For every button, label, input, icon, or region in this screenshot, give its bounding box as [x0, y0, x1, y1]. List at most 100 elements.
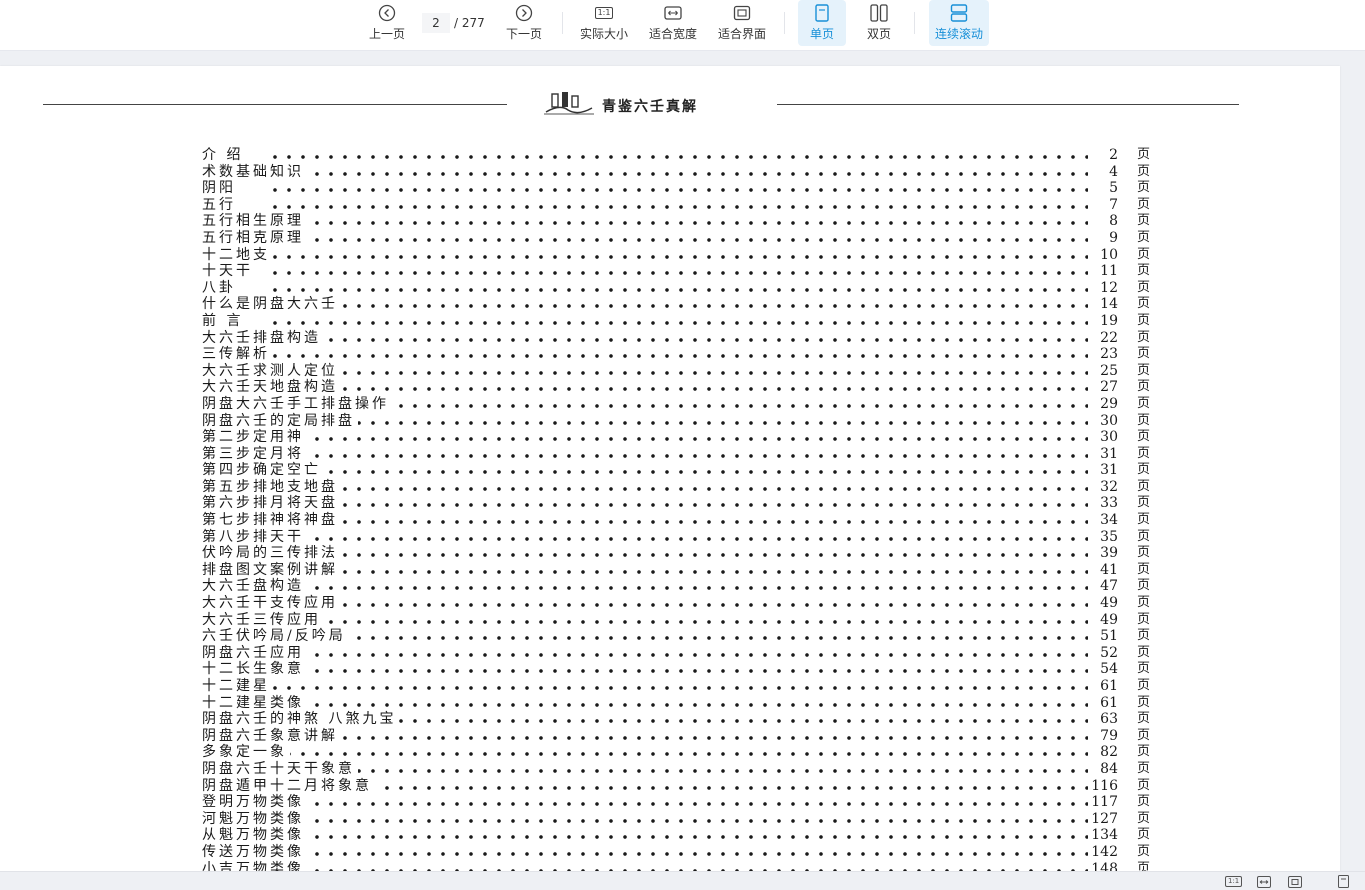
toc-entry: 介 绍 2 页 [198, 147, 1158, 164]
toc-entry-unit: 页 [1136, 213, 1150, 229]
toc-entry: 阴盘六壬的神煞 八煞九宝 63 页 [198, 711, 1158, 728]
toc-entry-unit: 页 [1136, 711, 1150, 727]
toc-entry: 五行相克原理 9 页 [198, 229, 1158, 247]
toc-entry-page: 117 [1088, 794, 1118, 811]
toc-entry: 第三步定月将 31 页 [198, 445, 1158, 463]
toc-leader-dots [268, 802, 1088, 807]
fit-width-status-icon[interactable] [1257, 875, 1271, 888]
toc-entry-page: 29 [1097, 395, 1118, 413]
toc-entry-title: 阴盘六壬十天干象意 [202, 760, 358, 778]
toc-entry-title: 第三步定月将 [202, 445, 307, 463]
toc-entry: 前 言 19 页 [198, 312, 1158, 330]
toc-entry-unit: 页 [1136, 196, 1150, 212]
toc-entry-title: 登明万物类像 [202, 794, 307, 811]
toc-leader-dots [268, 237, 1088, 242]
toc-entry: 十二建星 61 页 [198, 678, 1158, 695]
toc-entry-title: 伏吟局的三传排法 [202, 545, 341, 562]
toc-entry-unit: 页 [1136, 495, 1150, 511]
toc-entry-unit: 页 [1136, 329, 1150, 345]
toc-entry-page: 22 [1097, 329, 1118, 347]
toc-entry: 登明万物类像 117 页 [198, 794, 1158, 811]
next-page-button[interactable]: 下一页 [503, 0, 545, 46]
toc-entry: 六壬伏吟局/反吟局 51 页 [198, 628, 1158, 645]
toc-leader-dots [268, 503, 1088, 508]
toc-leader-dots [268, 171, 1088, 176]
continuous-scroll-button[interactable]: 连续滚动 [929, 0, 989, 46]
toc-leader-dots [268, 320, 1088, 325]
toolbar-divider [784, 12, 785, 34]
toc-entry-unit: 页 [1136, 777, 1150, 793]
toc-entry-title: 排盘图文案例讲解 [202, 561, 341, 579]
toc-entry-title: 十天干 [202, 263, 256, 280]
toc-entry-title: 大六壬三传应用 [202, 611, 324, 629]
toc-entry-page: 27 [1097, 379, 1118, 396]
toc-entry: 大六壬天地盘构造 27 页 [198, 379, 1158, 396]
toc-entry: 河魁万物类像 127 页 [198, 810, 1158, 828]
table-of-contents: 介 绍 2 页术数基础知识 4 页阴阳 5 页五行 7 页五行相生原理 8 页五行相克原理 9 页十二地… [198, 147, 1158, 876]
toc-entry-title: 介 绍 [202, 147, 247, 164]
toc-entry-page: 63 [1097, 711, 1118, 728]
toc-entry-title: 五行 [202, 196, 239, 214]
toc-entry-page: 34 [1097, 512, 1118, 529]
toc-entry-page: 41 [1097, 561, 1118, 579]
toc-entry: 大六壬求测人定位 25 页 [198, 362, 1158, 380]
toc-entry-page: 30 [1097, 412, 1118, 430]
toc-entry: 什么是阴盘大六壬 14 页 [198, 296, 1158, 313]
toc-entry-title: 第六步排月将天盘 [202, 495, 341, 513]
fit-width-button[interactable]: 适合宽度 [647, 0, 699, 46]
toc-leader-dots [268, 652, 1088, 657]
toc-entry-page: 116 [1088, 777, 1118, 795]
single-page-label: 单页 [809, 27, 834, 41]
toc-entry-page: 127 [1088, 810, 1118, 828]
toc-entry: 大六壬三传应用 49 页 [198, 611, 1158, 629]
actual-size-button[interactable]: 1:1 实际大小 [578, 0, 630, 46]
toc-leader-dots [268, 254, 1088, 259]
toc-entry-unit: 页 [1136, 827, 1150, 843]
toc-entry-unit: 页 [1136, 312, 1150, 328]
toc-entry-page: 82 [1097, 744, 1118, 761]
double-page-button[interactable]: 双页 [857, 0, 901, 46]
toolbar-divider [562, 12, 563, 34]
toc-entry-title: 什么是阴盘大六壬 [202, 296, 341, 313]
toc-entry: 十天干 11 页 [198, 263, 1158, 280]
actual-size-status-icon[interactable]: 1:1 [1225, 875, 1243, 888]
toc-entry-page: 8 [1106, 213, 1118, 230]
toolbar-divider [914, 12, 915, 34]
prev-page-label: 上一页 [368, 27, 405, 41]
toc-entry-unit: 页 [1136, 794, 1150, 810]
single-page-status-icon[interactable] [1338, 875, 1349, 888]
toc-entry-unit: 页 [1136, 694, 1150, 710]
toc-entry-unit: 页 [1136, 760, 1150, 776]
toc-entry-unit: 页 [1136, 412, 1150, 428]
toc-entry-title: 第二步定用神 [202, 429, 307, 446]
toc-entry: 阴盘六壬的定局排盘 30 页 [198, 412, 1158, 430]
toc-entry: 三传解析 23 页 [198, 346, 1158, 363]
chevron-right-circle-icon [515, 4, 533, 22]
toc-entry: 大六壬干支传应用 49 页 [198, 595, 1158, 612]
toc-entry-unit: 页 [1136, 296, 1150, 312]
toc-entry-unit: 页 [1136, 346, 1150, 362]
toc-entry-page: 31 [1097, 445, 1118, 463]
toc-entry-unit: 页 [1136, 478, 1150, 494]
prev-page-button[interactable]: 上一页 [366, 0, 408, 46]
fit-page-button[interactable]: 适合界面 [716, 0, 768, 46]
toc-leader-dots [268, 569, 1088, 574]
header-rule-left [43, 104, 507, 105]
toc-entry-unit: 页 [1136, 163, 1150, 179]
toc-leader-dots [268, 702, 1088, 707]
toc-entry-unit: 页 [1136, 545, 1150, 561]
toc-entry-unit: 页 [1136, 578, 1150, 594]
toc-entry: 十二建星类像 61 页 [198, 694, 1158, 712]
fit-page-icon [733, 4, 751, 22]
page-number-input[interactable] [422, 13, 450, 33]
fit-page-status-icon[interactable] [1288, 875, 1302, 888]
continuous-scroll-icon [950, 4, 968, 22]
toc-entry: 多象定一象 82 页 [198, 744, 1158, 761]
toc-leader-dots [268, 221, 1088, 226]
toc-entry-unit: 页 [1136, 843, 1150, 859]
toc-entry-title: 大六壬干支传应用 [202, 595, 341, 612]
toc-entry-unit: 页 [1136, 810, 1150, 826]
single-page-button[interactable]: 单页 [798, 0, 846, 46]
double-page-label: 双页 [866, 27, 891, 41]
toc-entry-unit: 页 [1136, 561, 1150, 577]
